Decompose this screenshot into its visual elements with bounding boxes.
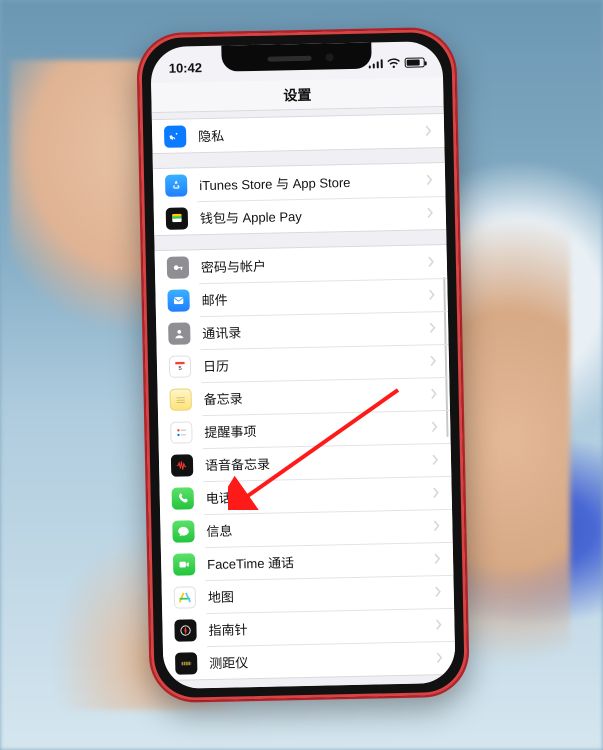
measure-icon <box>175 652 197 674</box>
app-store-icon <box>165 174 187 196</box>
settings-group-2: iTunes Store 与 App Store 钱包与 Apple Pay <box>153 162 446 236</box>
chevron-right-icon <box>433 487 440 498</box>
row-label: 地图 <box>208 582 435 606</box>
row-label: 备忘录 <box>203 384 430 408</box>
settings-row-wallet[interactable]: 钱包与 Apple Pay <box>154 196 447 235</box>
notes-icon <box>169 388 191 410</box>
status-indicators <box>368 57 425 68</box>
row-label: 钱包与 Apple Pay <box>200 203 427 227</box>
chevron-right-icon <box>433 520 440 531</box>
phone-icon <box>172 487 194 509</box>
row-label: 语音备忘录 <box>205 450 432 474</box>
chevron-right-icon <box>431 388 438 399</box>
row-label: 邮件 <box>201 285 428 309</box>
row-label: 信息 <box>206 516 433 540</box>
privacy-icon <box>164 125 186 147</box>
chevron-right-icon <box>430 355 437 366</box>
mail-icon <box>167 289 189 311</box>
row-label: FaceTime 通话 <box>207 549 434 573</box>
key-icon <box>167 256 189 278</box>
maps-icon <box>174 586 196 608</box>
row-label: 隐私 <box>198 121 425 145</box>
chevron-right-icon <box>432 454 439 465</box>
row-label: 日历 <box>203 351 430 375</box>
row-label: 指南针 <box>208 615 435 639</box>
settings-group-1: 隐私 <box>152 113 445 154</box>
chevron-right-icon <box>428 256 435 267</box>
svg-text:5: 5 <box>178 366 181 372</box>
page-title: 设置 <box>283 84 311 105</box>
wallet-icon <box>166 207 188 229</box>
messages-icon <box>172 520 194 542</box>
row-label: 密码与帐户 <box>201 252 428 276</box>
wifi-icon <box>387 58 401 68</box>
status-time: 10:42 <box>169 60 203 76</box>
calendar-icon: 5 <box>169 355 191 377</box>
chevron-right-icon <box>434 553 441 564</box>
row-label: iTunes Store 与 App Store <box>199 170 426 194</box>
voice-memos-icon <box>171 454 193 476</box>
chevron-right-icon <box>436 652 443 663</box>
iphone-device-frame: 10:42 设置 隐私 <box>136 27 470 704</box>
settings-list[interactable]: 隐私 iTunes Store 与 App Store 钱包与 Apple <box>152 107 456 689</box>
settings-row-privacy[interactable]: 隐私 <box>152 114 445 153</box>
facetime-icon <box>173 553 195 575</box>
chevron-right-icon <box>431 421 438 432</box>
chevron-right-icon <box>435 619 442 630</box>
chevron-right-icon <box>427 207 434 218</box>
screen: 10:42 设置 隐私 <box>150 41 455 689</box>
contacts-icon <box>168 322 190 344</box>
row-label: 提醒事项 <box>204 417 431 441</box>
row-label: 电话 <box>206 483 433 507</box>
battery-icon <box>405 57 425 67</box>
chevron-right-icon <box>429 322 436 333</box>
row-label: 测距仪 <box>209 648 436 672</box>
compass-icon <box>174 619 196 641</box>
reminders-icon <box>170 421 192 443</box>
chevron-right-icon <box>428 289 435 300</box>
chevron-right-icon <box>425 125 432 136</box>
notch <box>221 42 372 71</box>
chevron-right-icon <box>426 174 433 185</box>
chevron-right-icon <box>435 586 442 597</box>
settings-row-measure[interactable]: 测距仪 <box>163 641 456 680</box>
settings-group-3: 密码与帐户 邮件 通讯录 <box>155 244 456 681</box>
row-label: 通讯录 <box>202 318 429 342</box>
cellular-signal-icon <box>368 58 383 68</box>
